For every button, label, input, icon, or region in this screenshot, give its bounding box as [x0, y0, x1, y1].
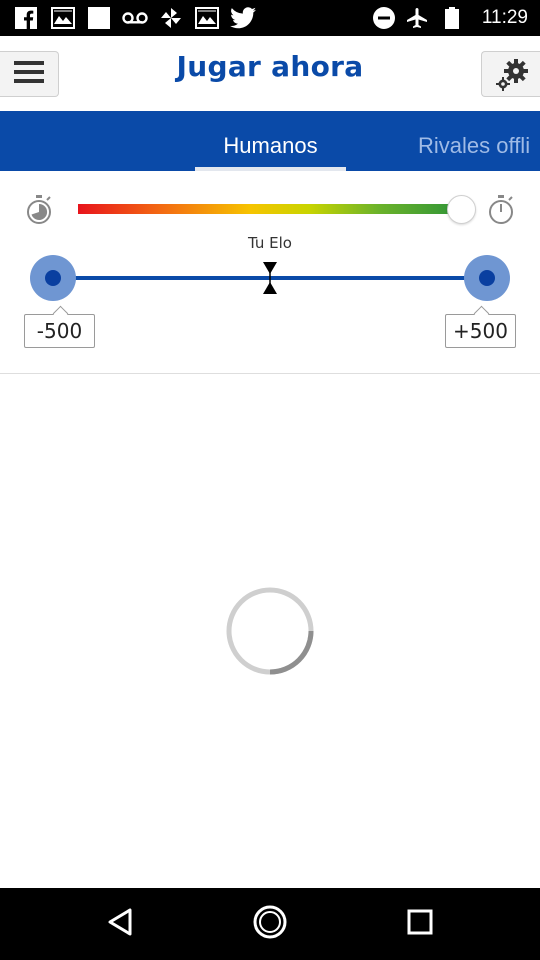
status-bar: 11:29: [0, 0, 540, 36]
elo-label: Tu Elo: [248, 234, 292, 252]
page-title: Jugar ahora: [176, 50, 364, 83]
time-control-slider-thumb[interactable]: [447, 195, 476, 224]
clock-time: 11:29: [481, 7, 528, 28]
recents-button[interactable]: [402, 906, 438, 942]
image-icon: [87, 6, 111, 30]
elo-max-value: +500: [445, 314, 516, 348]
elo-max-handle[interactable]: [464, 255, 510, 301]
battery-icon: [442, 6, 462, 30]
loading-spinner-icon: [225, 586, 315, 676]
gears-icon: [495, 58, 531, 96]
gallery-icon: [194, 6, 220, 30]
do-not-disturb-icon: [372, 6, 396, 30]
facebook-icon: [14, 6, 38, 30]
navigation-bar: [0, 888, 540, 960]
tab-rivales-offline[interactable]: Rivales offli: [418, 111, 530, 171]
pinwheel-icon: [158, 6, 184, 30]
handle-dot: [45, 270, 61, 286]
tab-humanos[interactable]: Humanos: [195, 111, 346, 171]
airplane-mode-icon: [404, 6, 430, 30]
voicemail-icon: [122, 6, 148, 30]
back-triangle-icon: [107, 908, 133, 940]
gallery-icon: [50, 6, 76, 30]
elo-min-handle[interactable]: [30, 255, 76, 301]
handle-dot: [479, 270, 495, 286]
tab-label: Rivales offli: [418, 133, 531, 158]
home-button[interactable]: [252, 905, 288, 943]
elo-min-value: -500: [24, 314, 95, 348]
time-control-slider-track[interactable]: [78, 204, 462, 214]
settings-button[interactable]: [481, 51, 540, 97]
divider: [0, 373, 540, 374]
recents-square-icon: [407, 909, 433, 939]
current-elo-marker-icon: [262, 262, 278, 294]
stopwatch-fast-icon: [25, 195, 53, 225]
stopwatch-icon: [487, 195, 515, 225]
home-circle-icon: [253, 905, 287, 943]
active-tab-indicator: [195, 167, 346, 171]
twitter-icon: [230, 6, 256, 30]
tab-label: Humanos: [223, 133, 318, 158]
app-header: Jugar ahora: [0, 36, 540, 111]
tab-bar: Humanos Rivales offli: [0, 111, 540, 171]
back-button[interactable]: [102, 906, 138, 942]
